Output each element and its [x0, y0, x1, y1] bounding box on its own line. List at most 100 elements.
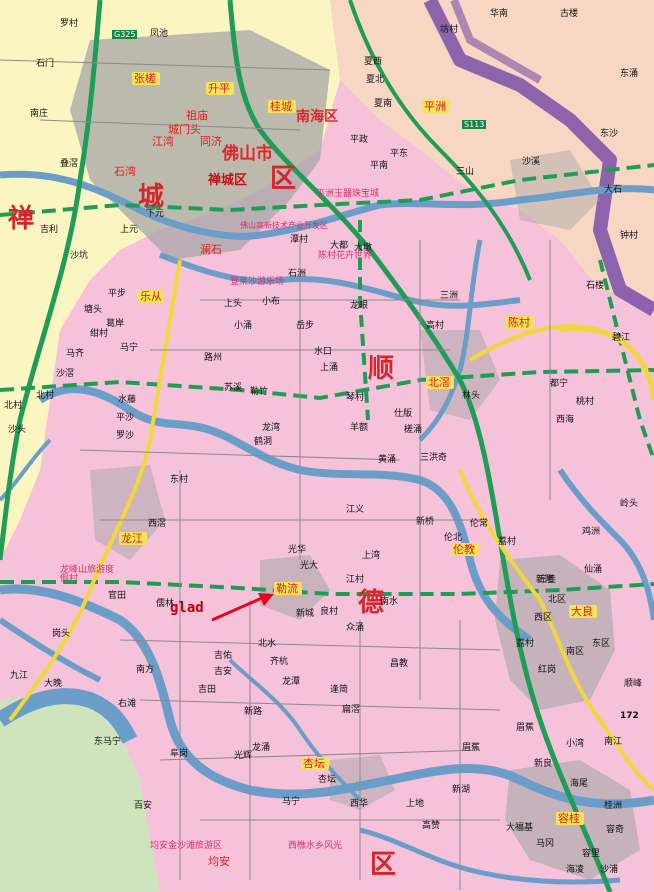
town-label[interactable]: 琴村	[346, 394, 364, 403]
town-label[interactable]: 吉佑	[214, 652, 232, 661]
town-label[interactable]: 葛岸	[106, 320, 124, 329]
town-label[interactable]: 平政	[350, 136, 368, 145]
scenic-chancheng-shacheng[interactable]: 登莱沙游乐场	[230, 278, 284, 287]
map-canvas[interactable]: 禅 城 区 顺 德 区 佛山市 南海区 禅城区 张槎 升平 桂城 祖庙 城门头 …	[0, 0, 654, 892]
place-tongji[interactable]: 同济	[200, 136, 222, 147]
scenic-chencun-flower[interactable]: 陈村花卉世界	[318, 252, 372, 261]
town-label[interactable]: 南江	[604, 738, 622, 747]
town-label[interactable]: 西滘	[148, 520, 166, 529]
town-label[interactable]: 三洲	[440, 292, 458, 301]
town-label[interactable]: 容里	[582, 850, 600, 859]
town-label[interactable]: 大晚	[44, 680, 62, 689]
town-label[interactable]: 石楼	[586, 282, 604, 291]
town-label[interactable]: 沙溪	[522, 158, 540, 167]
town-label[interactable]: 大福基	[506, 824, 533, 833]
town-label[interactable]: 东马宁	[94, 738, 121, 747]
town-label[interactable]: 江义	[346, 506, 364, 515]
town-label[interactable]: 沙坑	[70, 252, 88, 261]
town-label[interactable]: 马冈	[536, 840, 554, 849]
town-label[interactable]: 吉安	[214, 668, 232, 677]
label-nanhai-district[interactable]: 南海区	[296, 110, 338, 124]
place-leliu[interactable]: 勒流	[276, 583, 298, 594]
town-label[interactable]: 伦常	[470, 520, 488, 529]
town-label[interactable]: 小布	[262, 298, 280, 307]
town-label[interactable]: 吉田	[198, 686, 216, 695]
town-label[interactable]: 南水	[380, 598, 398, 607]
town-label[interactable]: 逢简	[330, 686, 348, 695]
town-label[interactable]: 罗村	[60, 20, 78, 29]
town-label[interactable]: 北村	[36, 392, 54, 401]
town-label[interactable]: 南区	[566, 648, 584, 657]
town-label[interactable]: 东区	[592, 640, 610, 649]
town-label[interactable]: 海凌	[566, 866, 584, 875]
town-label[interactable]: 小湾	[566, 740, 584, 749]
town-label[interactable]: 齐杭	[270, 658, 288, 667]
town-label[interactable]: 马齐	[66, 350, 84, 359]
town-label[interactable]: 龙眼	[350, 302, 368, 311]
town-label[interactable]: 羊额	[350, 424, 368, 433]
town-label[interactable]: 新良	[534, 760, 552, 769]
town-label[interactable]: 龙涌	[252, 744, 270, 753]
town-label[interactable]: 高赞	[422, 822, 440, 831]
town-label[interactable]: 沙头	[8, 426, 26, 435]
town-label[interactable]: 容奇	[606, 826, 624, 835]
place-pingzhou[interactable]: 平洲	[424, 101, 446, 112]
town-label[interactable]: 下元	[146, 210, 164, 219]
place-lanshi[interactable]: 澜石	[200, 244, 222, 255]
town-label[interactable]: 大墩	[354, 244, 372, 253]
place-zumiao[interactable]: 祖庙	[186, 110, 208, 121]
town-label[interactable]: 夏北	[366, 76, 384, 85]
town-label[interactable]: 北区	[548, 596, 566, 605]
town-label[interactable]: 三洪奇	[420, 454, 447, 463]
town-label[interactable]: 马宁	[120, 344, 138, 353]
town-label[interactable]: 潭村	[290, 236, 308, 245]
town-label[interactable]: 绀村	[90, 330, 108, 339]
town-label[interactable]: 阜岗	[170, 750, 188, 759]
town-label[interactable]: 东涌	[620, 70, 638, 79]
town-label[interactable]: 塘头	[84, 306, 102, 315]
town-label[interactable]: 桂洲	[604, 802, 622, 811]
town-label[interactable]: 三山	[456, 168, 474, 177]
town-label[interactable]: 西区	[534, 614, 552, 623]
town-label[interactable]: 光华	[288, 546, 306, 555]
town-label[interactable]: 荔村	[516, 640, 534, 649]
town-label[interactable]: 叠滘	[60, 160, 78, 169]
town-label[interactable]: 南方	[136, 666, 154, 675]
town-label[interactable]: 水藤	[118, 396, 136, 405]
place-beijiao[interactable]: 北滘	[428, 377, 450, 388]
town-label[interactable]: 鹤洞	[254, 438, 272, 447]
town-label[interactable]: 古楼	[560, 10, 578, 19]
town-label[interactable]: 北村	[4, 402, 22, 411]
place-xingtan[interactable]: 杏坛	[303, 758, 325, 769]
town-label[interactable]: 桃村	[576, 398, 594, 407]
scenic-junan-jin[interactable]: 均安金沙滩旅游区	[150, 842, 222, 851]
town-label[interactable]: 华南	[490, 10, 508, 19]
town-label[interactable]: 西华	[350, 800, 368, 809]
town-label[interactable]: 石洲	[288, 270, 306, 279]
town-label[interactable]: 石门	[36, 60, 54, 69]
place-jiangwan[interactable]: 江湾	[152, 136, 174, 147]
place-longjiang[interactable]: 龙江	[121, 533, 143, 544]
town-label[interactable]: 仕版	[394, 410, 412, 419]
town-label[interactable]: 高村	[426, 322, 444, 331]
town-label[interactable]: 岭头	[620, 500, 638, 509]
town-label[interactable]: 水口	[314, 348, 332, 357]
town-label[interactable]: 平南	[370, 162, 388, 171]
place-shiwan[interactable]: 石湾	[114, 166, 136, 177]
town-label[interactable]: 众涌	[346, 624, 364, 633]
town-label[interactable]: 扁滘	[342, 706, 360, 715]
town-label[interactable]: 黄涌	[378, 456, 396, 465]
town-label[interactable]: 昌教	[390, 660, 408, 669]
town-label[interactable]: 平沙	[116, 414, 134, 423]
place-lecong[interactable]: 乐从	[140, 291, 162, 302]
town-label[interactable]: 伦北	[444, 534, 462, 543]
town-label[interactable]: 光大	[300, 562, 318, 571]
town-label[interactable]: 沙滘	[56, 370, 74, 379]
scenic-pingzhou-jade[interactable]: 平洲玉器珠宝城	[316, 190, 379, 199]
town-label[interactable]: 百安	[134, 802, 152, 811]
town-label[interactable]: 江村	[346, 576, 364, 585]
scenic-longfengshan[interactable]: 龙峰山旅游度假村	[60, 566, 120, 584]
town-label[interactable]: 顺峰	[624, 680, 642, 689]
town-label[interactable]: 儒林	[156, 600, 174, 609]
town-label[interactable]: 南庄	[30, 110, 48, 119]
